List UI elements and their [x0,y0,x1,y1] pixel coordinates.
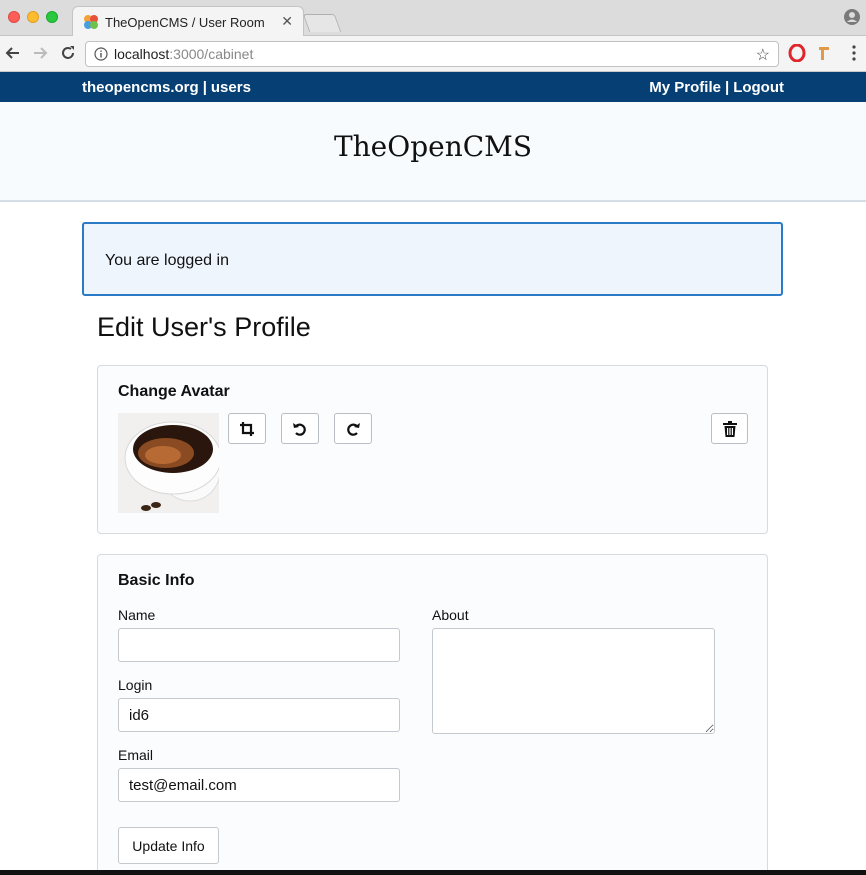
menu-dots-icon[interactable] [845,44,863,62]
basic-info-title: Basic Info [118,572,195,589]
back-icon[interactable] [2,42,24,64]
page-content: theopencms.org | users My Profile | Logout T… [0,72,866,875]
url-text: localhost:3000/cabinet [114,46,254,62]
alert-message: You are logged in [105,252,229,269]
bottom-edge [0,870,866,875]
minimize-window-button[interactable] [27,11,39,23]
extension-icon[interactable] [816,44,834,62]
update-info-button[interactable]: Update Info [118,827,219,864]
forward-icon[interactable] [29,42,51,64]
basic-info-card: Basic Info Name Login Email About Update… [97,554,768,875]
top-nav: theopencms.org | users My Profile | Logout [0,72,866,102]
tab-title: TheOpenCMS / User Room [105,15,265,30]
crop-button[interactable] [228,413,266,444]
trash-icon [722,420,737,437]
account-icon[interactable] [844,9,860,25]
rotate-left-button[interactable] [281,413,319,444]
logout-link[interactable]: Logout [733,79,784,96]
crop-icon [240,421,254,436]
address-bar[interactable]: localhost:3000/cabinet ☆ [85,41,779,67]
site-title: TheOpenCMS [333,130,533,163]
rotate-left-icon [293,422,306,436]
browser-tab-bar: TheOpenCMS / User Room ✕ [0,0,866,37]
site-header: TheOpenCMS [0,102,866,202]
my-profile-link[interactable]: My Profile [649,79,721,96]
pinwheel-icon [84,15,98,29]
rotate-right-icon [347,422,360,436]
opera-icon[interactable] [788,44,806,62]
reload-icon[interactable] [57,42,79,64]
info-icon[interactable] [94,47,108,61]
delete-avatar-button[interactable] [711,413,748,444]
maximize-window-button[interactable] [46,11,58,23]
login-label: Login [118,677,153,693]
about-field[interactable] [432,628,715,734]
login-field[interactable] [118,698,400,732]
bookmark-star-icon[interactable]: ☆ [756,45,770,65]
close-window-button[interactable] [8,11,20,23]
email-label: Email [118,747,154,763]
browser-toolbar: localhost:3000/cabinet ☆ [0,36,866,72]
name-label: Name [118,607,156,623]
new-tab-button[interactable] [302,14,342,32]
page-title: Edit User's Profile [97,312,311,342]
avatar-card: Change Avatar [97,365,768,534]
rotate-right-button[interactable] [334,413,372,444]
email-field[interactable] [118,768,400,802]
about-label: About [432,607,469,623]
users-link[interactable]: users [211,79,251,96]
name-field[interactable] [118,628,400,662]
login-alert: You are logged in [82,222,783,296]
browser-tab[interactable]: TheOpenCMS / User Room ✕ [72,6,304,37]
site-link[interactable]: theopencms.org [82,79,199,96]
avatar-image [118,413,219,513]
close-tab-icon[interactable]: ✕ [281,13,293,30]
avatar-card-title: Change Avatar [118,383,230,400]
